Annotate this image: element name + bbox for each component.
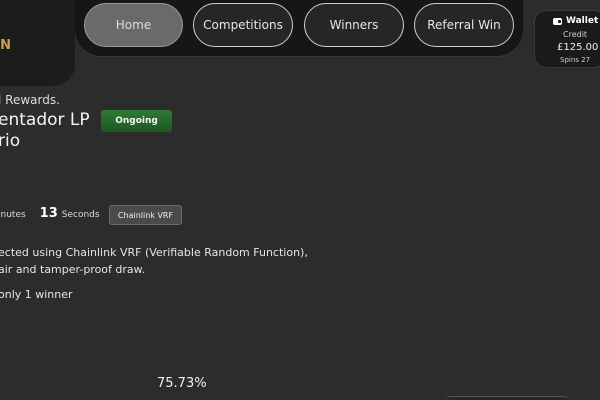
wallet-card[interactable]: Wallet Credit £125.00 Spins 27 bbox=[534, 10, 600, 68]
chainlink-vrf-button[interactable]: Chainlink VRF bbox=[109, 205, 182, 225]
wallet-title: Wallet bbox=[553, 16, 598, 26]
nav-competitions[interactable]: Competitions bbox=[193, 3, 293, 47]
competition-title-line2: rio bbox=[0, 131, 21, 151]
nav-home[interactable]: Home bbox=[84, 3, 183, 47]
progress-percent: 75.73% bbox=[157, 376, 207, 391]
status-badge: Ongoing bbox=[101, 110, 172, 132]
wallet-amount: £125.00 bbox=[557, 42, 599, 53]
timer-seconds-label: Seconds bbox=[61, 210, 100, 220]
main-nav: Home Competitions Winners Referral Win bbox=[75, 0, 523, 56]
bottom-panel-edge bbox=[445, 396, 570, 400]
wallet-icon bbox=[553, 17, 562, 25]
page: WIN Home Competitions Winners Referral W… bbox=[0, 0, 600, 400]
nav-winners[interactable]: Winners bbox=[304, 3, 404, 47]
timer-minutes-label: inutes bbox=[0, 210, 26, 220]
countdown-timer: inutes 13 Seconds bbox=[0, 206, 100, 221]
timer-seconds-value: 13 bbox=[39, 206, 58, 221]
winners-note: only 1 winner bbox=[0, 288, 73, 301]
competition-title-line1: entador LP bbox=[0, 110, 90, 130]
wallet-credit-label: Credit bbox=[563, 30, 588, 39]
brand-header: WIN bbox=[0, 0, 75, 86]
rewards-text: l Rewards. bbox=[0, 93, 60, 107]
description-line2: air and tamper-proof draw. bbox=[0, 263, 146, 276]
nav-referral-win[interactable]: Referral Win bbox=[414, 3, 514, 47]
wallet-title-label: Wallet bbox=[566, 16, 599, 26]
description-line1: ected using Chainlink VRF (Verifiable Ra… bbox=[0, 246, 308, 259]
logo[interactable]: WIN bbox=[0, 38, 12, 53]
wallet-spins: Spins 27 bbox=[560, 56, 591, 64]
